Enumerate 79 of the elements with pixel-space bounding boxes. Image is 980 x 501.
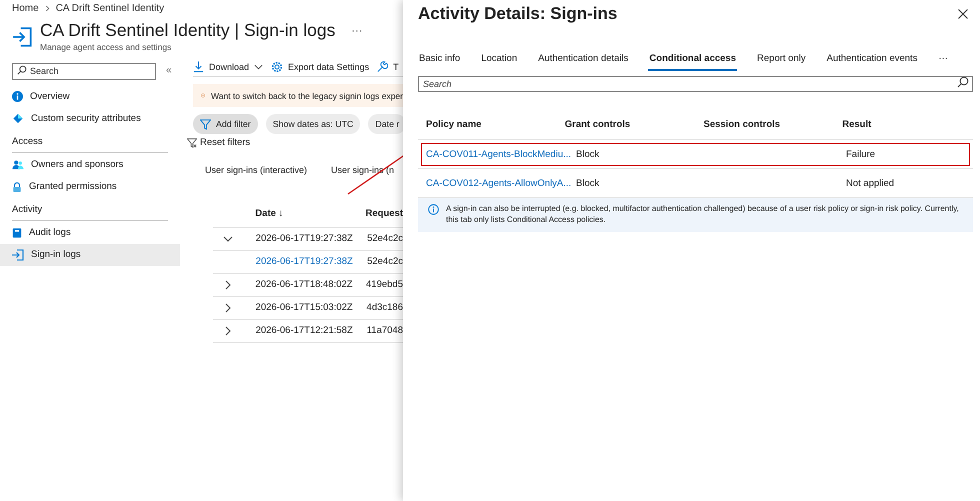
- panel-title: Activity Details: Sign-ins: [418, 4, 618, 24]
- info-icon: [428, 204, 439, 215]
- nav-item[interactable]: Audit logs: [0, 222, 180, 244]
- more-tabs-button[interactable]: ···: [937, 50, 949, 71]
- close-icon[interactable]: [958, 9, 968, 19]
- search-icon: [17, 65, 27, 75]
- breadcrumb-link[interactable]: Home: [12, 3, 39, 14]
- filter-clear-icon: [187, 138, 197, 148]
- tab[interactable]: Conditional access: [648, 50, 738, 71]
- nav-item[interactable]: Sign-in logs: [0, 244, 180, 266]
- chevron-right-icon[interactable]: [223, 326, 233, 336]
- tab[interactable]: Basic info: [418, 50, 462, 71]
- toolbar-button[interactable]: T: [377, 61, 399, 73]
- chevron-down-icon[interactable]: [223, 234, 233, 244]
- table-cell: 11a7048: [366, 325, 403, 336]
- nav-item[interactable]: Custom security attributes: [0, 108, 180, 130]
- policy-link[interactable]: CA-COV012-Agents-AllowOnlyA...: [426, 178, 572, 188]
- column-header: Grant controls: [564, 119, 632, 130]
- export-settings-button[interactable]: Export data Settings: [271, 61, 370, 73]
- section-heading: Activity: [12, 202, 168, 220]
- info-text: A sign-in can also be interrupted (e.g. blocked, multifactor authentication challenged) because of a user risk policy or sign-in risk policy. Currently, this tab only lists Conditional Access policies.: [446, 204, 960, 226]
- table-cell: 52e4c2c: [367, 233, 403, 244]
- column-header: Result: [841, 119, 872, 130]
- lock-icon: [12, 180, 22, 192]
- tab[interactable]: Report only: [756, 50, 807, 71]
- notice-text: Want to switch back to the legacy signin logs exper: [211, 90, 403, 100]
- download-button[interactable]: Download: [193, 61, 264, 73]
- table-cell: Block: [576, 148, 600, 160]
- search-icon: [957, 76, 969, 88]
- page-subtitle: Manage agent access and settings: [40, 42, 172, 52]
- table-cell-text: 2026-06-17T15:03:02Z: [256, 302, 354, 313]
- chevron-icon: [44, 5, 50, 12]
- filter-pill[interactable]: Add filter: [193, 114, 258, 134]
- date-link[interactable]: 2026-06-17T19:27:38Z: [256, 256, 368, 267]
- search-field[interactable]: Search: [12, 62, 156, 80]
- chevron-right-icon[interactable]: [223, 302, 233, 312]
- sign-in-icon: [12, 26, 34, 48]
- more-button[interactable]: ···: [351, 24, 362, 36]
- search-field[interactable]: Search: [418, 76, 973, 92]
- column-header: Policy name: [425, 119, 482, 130]
- gear-icon: [271, 61, 284, 73]
- diamond-icon: [12, 113, 24, 124]
- table-cell: 52e4c2c: [367, 256, 403, 267]
- table-cell: 419ebd5: [366, 279, 403, 290]
- table-cell: Not applied: [846, 178, 894, 188]
- section-heading: Access: [12, 134, 168, 152]
- collapse-button[interactable]: «: [166, 64, 172, 76]
- sign-in-icon: [12, 248, 24, 260]
- policy-link[interactable]: CA-COV011-Agents-BlockMediu...: [426, 148, 572, 160]
- table-cell-text: 2026-06-17T12:21:58Z: [256, 325, 354, 336]
- wrench-icon: [377, 61, 388, 73]
- column-header[interactable]: Request: [366, 208, 403, 219]
- table-cell: 4d3c186: [366, 302, 403, 313]
- tab[interactable]: Authentication events: [826, 50, 918, 71]
- column-header: Session controls: [702, 119, 782, 130]
- filter-pill[interactable]: Date r: [368, 114, 403, 134]
- table-cell: Failure: [846, 148, 876, 160]
- table-cell-text: 2026-06-17T19:27:38Z: [256, 233, 354, 244]
- chevron-right-icon[interactable]: [223, 280, 233, 290]
- notebook-icon: [12, 226, 22, 238]
- tab[interactable]: Authentication details: [537, 50, 630, 71]
- breadcrumb-link[interactable]: CA Drift Sentinel Identity: [56, 3, 164, 14]
- page-title: CA Drift Sentinel Identity | Sign-in logs: [40, 20, 336, 41]
- nav-item[interactable]: Overview: [0, 86, 180, 108]
- table-cell-text: 2026-06-17T18:48:02Z: [255, 279, 354, 290]
- download-icon: [193, 61, 204, 73]
- reset-filters-button[interactable]: Reset filters: [187, 137, 250, 148]
- column-header[interactable]: Date ↓: [255, 208, 366, 219]
- info-icon: [12, 91, 23, 102]
- nav-item[interactable]: Owners and sponsors: [0, 154, 180, 176]
- filter-icon: [200, 118, 211, 130]
- filter-pill[interactable]: Show dates as: UTC: [266, 114, 360, 134]
- log-type-tab[interactable]: User sign-ins (n: [331, 164, 394, 174]
- caret-icon: [254, 64, 264, 70]
- nav-item[interactable]: Granted permissions: [0, 176, 180, 198]
- log-type-tab[interactable]: User sign-ins (interactive): [205, 164, 308, 174]
- tab[interactable]: Location: [480, 50, 518, 71]
- table-cell: Block: [576, 178, 600, 188]
- people-icon: [12, 159, 24, 170]
